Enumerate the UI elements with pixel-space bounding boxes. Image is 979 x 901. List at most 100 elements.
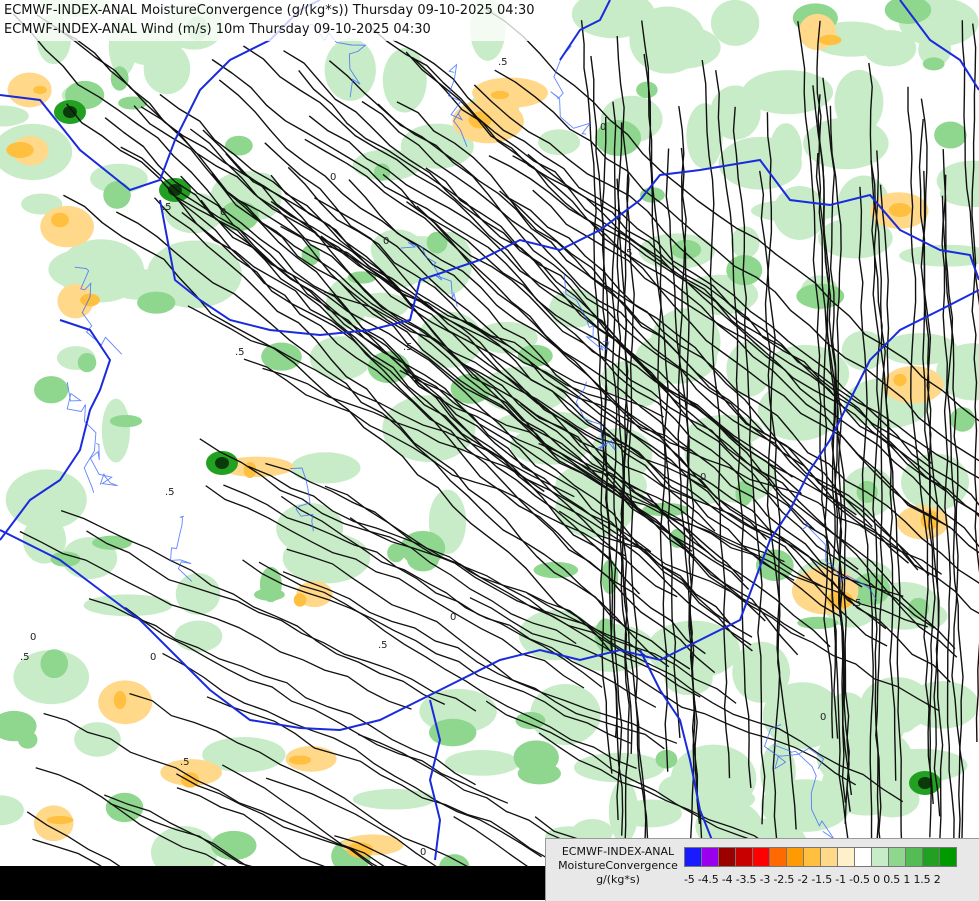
- legend-swatch-9: [837, 847, 855, 867]
- divergence-patch-strong: [51, 213, 69, 227]
- contour-label: .5: [403, 342, 413, 353]
- convergence-patch: [0, 795, 24, 825]
- legend-swatch-5: [769, 847, 787, 867]
- legend-swatch-13: [905, 847, 923, 867]
- convergence-patch-strong: [923, 57, 945, 70]
- convergence-patch: [719, 137, 802, 190]
- contour-label: 0: [820, 712, 826, 723]
- convergence-core-center: [918, 777, 932, 789]
- contour-label: .5: [498, 57, 508, 68]
- convergence-patch: [383, 48, 427, 112]
- legend-units: g/(kg*s): [552, 873, 684, 887]
- contour-label: .5: [162, 202, 172, 213]
- convergence-patch: [445, 750, 520, 776]
- convergence-patch: [686, 103, 723, 169]
- divergence-patch-strong: [289, 755, 311, 764]
- weather-map[interactable]: 0000000000.5.5.5.5.5.5.5.5.5.5: [0, 0, 979, 900]
- divergence-patch-strong: [6, 142, 33, 158]
- contour-label: 0: [450, 612, 456, 623]
- legend-swatch-11: [871, 847, 889, 867]
- legend-swatch-15: [939, 847, 957, 867]
- legend-model-name: ECMWF-INDEX-ANAL: [552, 845, 684, 859]
- divergence-patch-strong: [47, 816, 74, 824]
- divergence-patch-strong: [114, 691, 127, 709]
- contour-label: .5: [235, 347, 245, 358]
- divergence-patch-strong: [893, 374, 906, 386]
- divergence-patch-strong: [294, 593, 307, 606]
- contour-label: 0: [150, 652, 156, 663]
- contour-label: 0: [600, 122, 606, 133]
- color-legend: ECMWF-INDEX-ANAL MoistureConvergence g/(…: [545, 838, 979, 901]
- divergence-patch-strong: [491, 91, 509, 99]
- convergence-patch-strong: [78, 353, 97, 372]
- legend-swatch-10: [854, 847, 872, 867]
- divergence-patch-strong: [33, 86, 47, 94]
- contour-label: 0: [420, 847, 426, 858]
- convergence-patch-strong: [934, 121, 967, 148]
- convergence-patch: [899, 245, 979, 267]
- legend-swatch-4: [752, 847, 770, 867]
- contour-label: .5: [623, 248, 633, 259]
- contour-label: 0: [330, 172, 336, 183]
- legend-swatch-1: [701, 847, 719, 867]
- map-header: ECMWF-INDEX-ANAL MoistureConvergence (g/…: [0, 0, 539, 41]
- divergence-patch-strong: [819, 35, 842, 45]
- contour-label: .5: [20, 652, 30, 663]
- convergence-patch-strong: [211, 831, 257, 860]
- wind-title: ECMWF-INDEX-ANAL Wind (m/s) 10m Thursday…: [4, 20, 535, 39]
- divergence-patch-strong: [889, 203, 911, 217]
- convergence-patch: [751, 199, 841, 222]
- convergence-patch-strong: [110, 415, 142, 427]
- convergence-patch-strong: [387, 543, 405, 562]
- divergence-patch-strong: [244, 462, 257, 478]
- river: [171, 516, 192, 581]
- convergence-patch: [102, 399, 130, 463]
- convergence-patch-strong: [636, 82, 657, 98]
- convergence-patch-strong: [260, 567, 282, 602]
- convergence-patch: [6, 469, 87, 529]
- legend-title: ECMWF-INDEX-ANAL MoistureConvergence g/(…: [552, 845, 684, 887]
- moisture-convergence-field: 0000000000.5.5.5.5.5.5.5.5.5.5: [0, 0, 979, 900]
- contour-label: .5: [165, 487, 175, 498]
- convergence-patch-strong: [34, 376, 68, 403]
- legend-swatch-2: [718, 847, 736, 867]
- convergence-patch-strong: [427, 232, 448, 254]
- contour-label: 0: [30, 632, 36, 643]
- moisture-convergence-title: ECMWF-INDEX-ANAL MoistureConvergence (g/…: [4, 1, 535, 20]
- convergence-patch-strong: [261, 343, 302, 371]
- convergence-patch: [629, 6, 705, 73]
- convergence-patch-strong: [950, 407, 975, 432]
- contour-label: .5: [378, 640, 388, 651]
- convergence-patch-strong: [225, 136, 253, 156]
- legend-parameter-name: MoistureConvergence: [552, 859, 684, 873]
- legend-swatch-7: [803, 847, 821, 867]
- convergence-patch: [761, 779, 851, 832]
- contour-label: 0: [220, 207, 226, 218]
- convergence-patch: [74, 722, 121, 757]
- convergence-patch-strong: [137, 292, 175, 314]
- bottom-black-band: [0, 866, 560, 900]
- legend-swatch-3: [735, 847, 753, 867]
- contour-label: 0: [700, 472, 706, 483]
- legend-tick-labels: -5 -4.5 -4 -3.5 -3 -2.5 -2 -1.5 -1 -0.5 …: [684, 873, 941, 886]
- convergence-patch: [0, 105, 29, 126]
- legend-swatch-0: [684, 847, 702, 867]
- convergence-patch-strong: [103, 181, 131, 209]
- convergence-patch: [609, 780, 638, 843]
- divergence-patch: [40, 206, 94, 248]
- convergence-patch-strong: [40, 649, 68, 678]
- divergence-patch: [472, 77, 548, 107]
- convergence-patch: [175, 621, 223, 652]
- convergence-patch: [283, 532, 370, 583]
- convergence-core-center: [215, 457, 229, 469]
- legend-swatch-14: [922, 847, 940, 867]
- contour-label: 0: [383, 236, 389, 247]
- legend-color-scale: [684, 847, 956, 867]
- contour-label: .5: [852, 598, 862, 609]
- convergence-patch: [310, 336, 372, 380]
- convergence-patch-strong: [514, 740, 559, 774]
- convergence-patch: [731, 226, 760, 258]
- convergence-patch: [803, 118, 888, 170]
- legend-swatch-8: [820, 847, 838, 867]
- contour-label: .5: [180, 757, 190, 768]
